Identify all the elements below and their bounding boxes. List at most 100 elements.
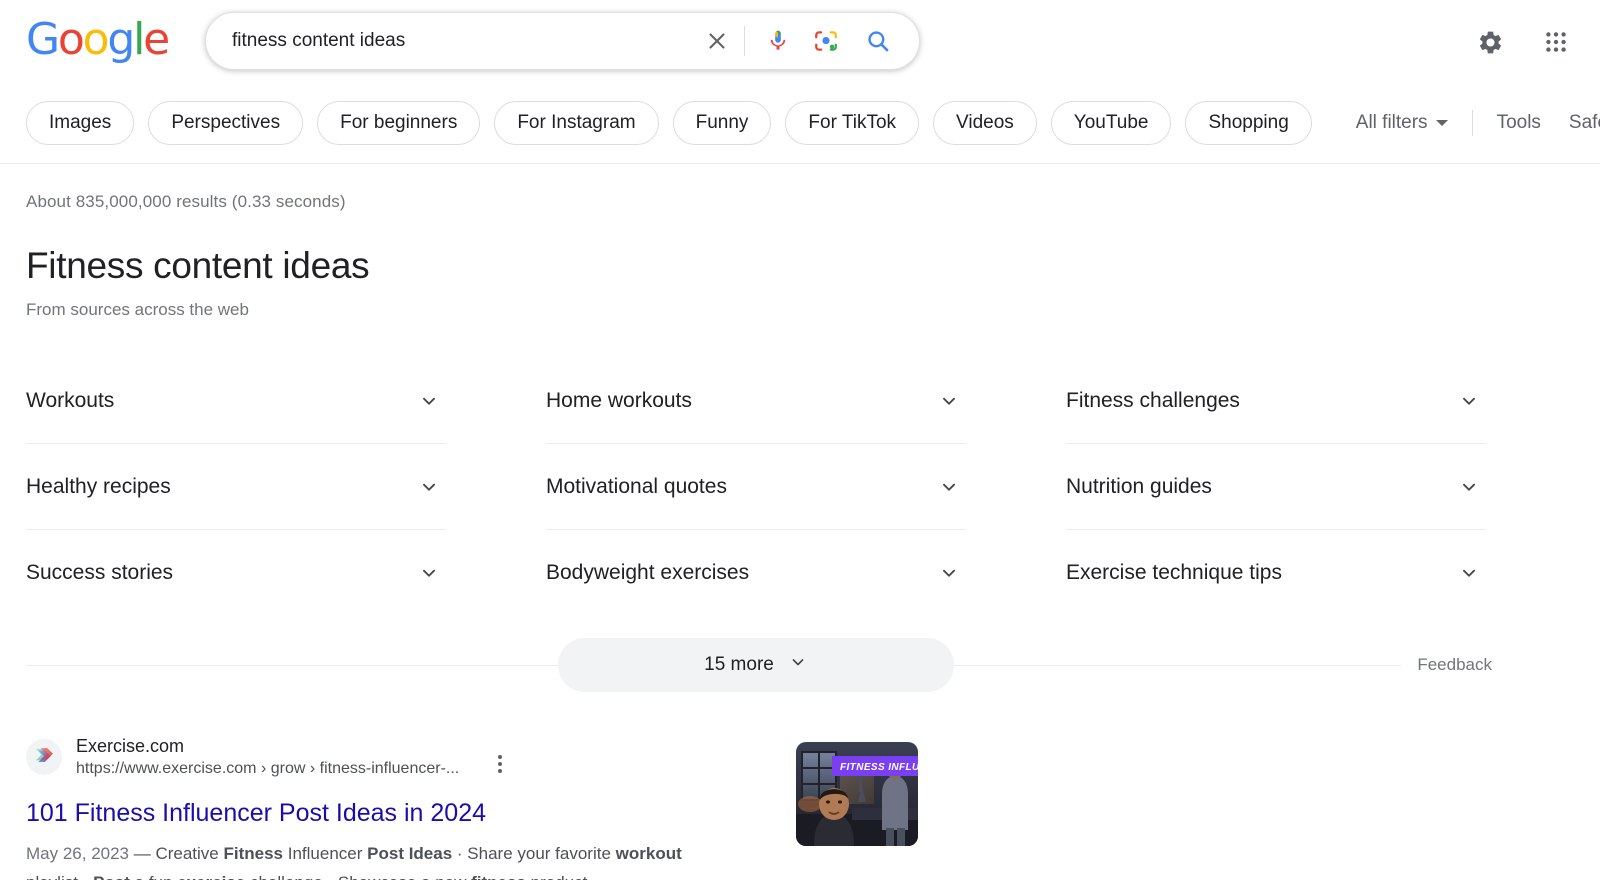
result-header: Exercise.com https://www.exercise.com › … — [26, 734, 1486, 781]
snippet-text: Influencer — [283, 844, 367, 863]
result-snippet: May 26, 2023 — Creative Fitness Influenc… — [26, 839, 726, 880]
topic-item-motivational-quotes[interactable]: Motivational quotes — [546, 444, 966, 530]
chevron-down-icon — [418, 476, 440, 498]
google-lens-icon[interactable] — [805, 20, 847, 62]
snippet-highlight: fitness — [471, 873, 526, 880]
gear-icon[interactable] — [1470, 22, 1510, 62]
result-site-name: Exercise.com — [76, 734, 459, 758]
snippet-text: playlist · — [26, 873, 93, 880]
chevron-down-icon — [1458, 390, 1480, 412]
more-options-icon[interactable] — [487, 749, 513, 779]
search-icon[interactable] — [855, 20, 901, 62]
topic-item-exercise-technique-tips[interactable]: Exercise technique tips — [1066, 530, 1486, 616]
snippet-text: product ... — [526, 873, 606, 880]
topic-label: Exercise technique tips — [1066, 561, 1282, 585]
kebab-dot — [498, 755, 502, 759]
topic-item-bodyweight-exercises[interactable]: Bodyweight exercises — [546, 530, 966, 616]
all-filters-button[interactable]: All filters — [1342, 112, 1462, 134]
kebab-dot — [498, 762, 502, 766]
safesearch-label: SafeSearch — [1569, 112, 1600, 134]
result-title-link[interactable]: 101 Fitness Influencer Post Ideas in 202… — [26, 797, 1486, 830]
topic-item-fitness-challenges[interactable]: Fitness challenges — [1066, 358, 1486, 444]
page-header: Google — [0, 0, 1600, 82]
topic-item-home-workouts[interactable]: Home workouts — [546, 358, 966, 444]
filter-chip-funny[interactable]: Funny — [673, 101, 772, 145]
topic-label: Healthy recipes — [26, 475, 171, 499]
snippet-text: a fun — [130, 873, 177, 880]
topic-label: Nutrition guides — [1066, 475, 1212, 499]
filter-chip-bar: Images Perspectives For beginners For In… — [0, 82, 1600, 164]
logo-letter-g2: g — [107, 18, 133, 62]
filter-chip-videos[interactable]: Videos — [933, 101, 1037, 145]
svg-text:FITNESS INFLUENCE: FITNESS INFLUENCE — [840, 762, 918, 773]
kebab-dot — [498, 769, 502, 773]
page-title: Fitness content ideas — [26, 245, 1600, 287]
apps-grid-icon[interactable] — [1536, 22, 1576, 62]
logo-letter-o2: o — [83, 18, 108, 62]
topic-label: Workouts — [26, 389, 114, 413]
chevron-down-icon — [788, 652, 808, 678]
feedback-link[interactable]: Feedback — [1401, 655, 1492, 675]
topic-item-workouts[interactable]: Workouts — [26, 358, 446, 444]
microphone-icon[interactable] — [757, 20, 799, 62]
main-content: About 835,000,000 results (0.33 seconds)… — [0, 192, 1600, 880]
snippet-highlight: workout — [616, 844, 682, 863]
search-input[interactable] — [232, 30, 698, 52]
show-more-label: 15 more — [704, 654, 774, 676]
logo-letter-e: e — [143, 18, 168, 62]
filter-chip-images[interactable]: Images — [26, 101, 134, 145]
snippet-highlight: exercise — [177, 873, 245, 880]
snippet-text: — Creative — [129, 844, 223, 863]
topic-label: Home workouts — [546, 389, 692, 413]
logo-letter-l: l — [133, 18, 143, 62]
topic-label: Fitness challenges — [1066, 389, 1240, 413]
snippet-highlight: Post Ideas — [367, 844, 452, 863]
chevron-down-icon — [938, 390, 960, 412]
snippet-text: challenge · Showcase a new — [245, 873, 471, 880]
exercise-com-favicon — [26, 739, 62, 775]
google-logo[interactable]: Google — [26, 18, 168, 62]
snippet-text: May 26, 2023 — [26, 844, 129, 863]
caret-down-icon — [1436, 120, 1448, 126]
tools-button[interactable]: Tools — [1483, 112, 1555, 134]
topic-grid: Workouts Home workouts Fitness challenge… — [26, 358, 1486, 616]
close-icon[interactable] — [698, 22, 736, 60]
topic-label: Success stories — [26, 561, 173, 585]
topic-item-nutrition-guides[interactable]: Nutrition guides — [1066, 444, 1486, 530]
result-source: Exercise.com https://www.exercise.com › … — [76, 734, 459, 781]
filter-chip-shopping[interactable]: Shopping — [1185, 101, 1311, 145]
result-thumbnail[interactable]: FITNESS INFLUENCE — [796, 742, 918, 846]
topic-item-success-stories[interactable]: Success stories — [26, 530, 446, 616]
filter-chip-perspectives[interactable]: Perspectives — [148, 101, 303, 145]
search-bar[interactable] — [205, 12, 920, 70]
chevron-down-icon — [418, 562, 440, 584]
chevron-down-icon — [938, 476, 960, 498]
header-actions — [1470, 22, 1576, 62]
topic-item-healthy-recipes[interactable]: Healthy recipes — [26, 444, 446, 530]
filter-tools-group: All filters Tools SafeSearch — [1342, 110, 1600, 136]
search-result: Exercise.com https://www.exercise.com › … — [26, 734, 1486, 880]
topic-label: Bodyweight exercises — [546, 561, 749, 585]
chevron-down-icon — [1458, 562, 1480, 584]
page-subtitle: From sources across the web — [26, 300, 1600, 320]
safesearch-button[interactable]: SafeSearch — [1555, 112, 1600, 134]
snippet-highlight: Post — [93, 873, 130, 880]
show-more-button[interactable]: 15 more — [558, 638, 954, 692]
search-divider — [744, 26, 745, 56]
snippet-text: · Share your favorite — [452, 844, 615, 863]
show-more-row: 15 more Feedback — [26, 638, 1484, 692]
filter-chip-for-beginners[interactable]: For beginners — [317, 101, 480, 145]
logo-letter-g1: G — [26, 18, 58, 62]
result-url: https://www.exercise.com › grow › fitnes… — [76, 758, 459, 780]
filter-chip-for-tiktok[interactable]: For TikTok — [785, 101, 919, 145]
topic-label: Motivational quotes — [546, 475, 727, 499]
filter-chip-youtube[interactable]: YouTube — [1051, 101, 1172, 145]
results-count: About 835,000,000 results (0.33 seconds) — [26, 192, 1600, 212]
logo-letter-o1: o — [58, 18, 83, 62]
chevron-down-icon — [418, 390, 440, 412]
chevron-down-icon — [938, 562, 960, 584]
snippet-highlight: Fitness — [224, 844, 284, 863]
chevron-down-icon — [1458, 476, 1480, 498]
filter-divider — [1472, 110, 1473, 136]
filter-chip-for-instagram[interactable]: For Instagram — [494, 101, 658, 145]
